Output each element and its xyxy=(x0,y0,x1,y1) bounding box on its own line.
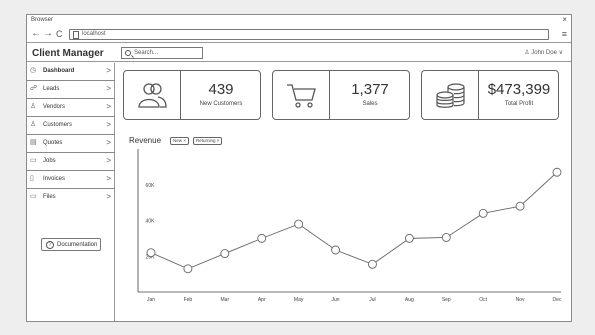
chevron-right-icon: > xyxy=(106,192,111,201)
search-icon xyxy=(125,50,131,56)
customers-icon: ♙ xyxy=(30,121,37,128)
address-bar[interactable]: localhost xyxy=(69,29,549,40)
x-tick-label: Mar xyxy=(221,297,230,303)
data-point xyxy=(515,201,525,211)
back-icon[interactable]: ← xyxy=(31,28,41,40)
total-profit-card: $473,399 Total Profit xyxy=(421,70,559,120)
sidebar-item-files[interactable]: ▭ Files > xyxy=(27,189,115,207)
total-profit-value: $473,399 xyxy=(487,81,551,98)
search-input[interactable]: Search... xyxy=(121,47,203,59)
reload-icon[interactable]: C xyxy=(56,28,63,40)
browser-window: Browser × ← → C localhost ≡ Client Manag… xyxy=(26,14,572,322)
chevron-right-icon: > xyxy=(106,102,111,111)
leads-icon: ☍ xyxy=(30,85,38,92)
data-point xyxy=(257,233,267,243)
x-tick-label: Oct xyxy=(479,297,487,303)
close-icon[interactable]: × xyxy=(562,15,567,24)
x-tick-label: May xyxy=(294,297,304,303)
sidebar-item-dashboard[interactable]: ◷ Dashboard > xyxy=(27,63,115,81)
documentation-button[interactable]: ? Documentation xyxy=(41,238,101,251)
chevron-right-icon: > xyxy=(106,84,111,93)
total-profit-label: Total Profit xyxy=(504,101,534,107)
data-point xyxy=(478,208,488,218)
sidebar-item-label: Dashboard xyxy=(43,68,75,74)
vendors-icon: ♙ xyxy=(30,103,37,110)
data-point xyxy=(146,248,156,258)
forward-icon[interactable]: → xyxy=(43,28,53,40)
title-bar: Browser × xyxy=(27,15,571,27)
sidebar-item-label: Quotes xyxy=(43,140,63,146)
x-tick-label: Apr xyxy=(258,297,266,303)
page-icon xyxy=(73,31,79,39)
data-point xyxy=(552,167,562,177)
data-point xyxy=(331,245,340,255)
returning-filter-tag[interactable]: Returning × xyxy=(193,137,223,145)
new-customers-card: 439 New Customers xyxy=(123,70,261,120)
data-point xyxy=(220,249,230,259)
sidebar-item-invoices[interactable]: ▯ Invoices > xyxy=(27,171,115,189)
new-customers-label: New Customers xyxy=(199,101,243,107)
chevron-right-icon: > xyxy=(106,66,111,75)
x-tick-label: Jan xyxy=(147,297,155,303)
sales-label: Sales xyxy=(362,101,378,107)
sidebar-item-customers[interactable]: ♙ Customers > xyxy=(27,117,115,135)
sidebar-item-label: Jobs xyxy=(43,158,56,164)
cart-icon xyxy=(287,84,316,108)
nav-bar: ← → C localhost ≡ xyxy=(27,27,571,43)
x-tick-label: Jun xyxy=(332,297,340,303)
revenue-line xyxy=(150,171,558,270)
help-icon: ? xyxy=(46,241,54,249)
sidebar: ◷ Dashboard > ☍ Leads > ♙ Vendors > ♙ Cu… xyxy=(27,63,115,321)
people-icon xyxy=(138,83,167,108)
files-icon: ▭ xyxy=(30,193,37,200)
x-tick-label: Aug xyxy=(405,297,414,303)
sales-card: 1,377 Sales xyxy=(272,70,410,120)
sidebar-item-label: Vendors xyxy=(43,104,66,110)
chevron-right-icon: > xyxy=(106,174,111,183)
invoices-icon: ▯ xyxy=(30,175,34,182)
sidebar-item-label: Leads xyxy=(43,86,60,92)
sidebar-item-jobs[interactable]: ▭ Jobs > xyxy=(27,153,115,171)
chevron-right-icon: > xyxy=(106,156,111,165)
app-title: Client Manager xyxy=(32,48,104,59)
sidebar-item-vendors[interactable]: ♙ Vendors > xyxy=(27,99,115,117)
dashboard-icon: ◷ xyxy=(30,67,37,74)
data-point xyxy=(441,233,451,242)
x-tick-label: Sep xyxy=(442,297,451,303)
sidebar-item-leads[interactable]: ☍ Leads > xyxy=(27,81,115,99)
coins-icon xyxy=(436,83,465,108)
quotes-icon: ▤ xyxy=(30,139,37,146)
window-title: Browser xyxy=(31,17,54,23)
new-customers-value: 439 xyxy=(208,81,234,98)
x-tick-label: Nov xyxy=(516,297,525,303)
y-tick-label: 60K xyxy=(146,183,156,189)
data-point xyxy=(294,219,304,229)
menu-icon[interactable]: ≡ xyxy=(562,29,567,39)
data-point xyxy=(368,259,377,269)
chevron-right-icon: > xyxy=(106,138,111,147)
url-text: localhost xyxy=(82,31,106,37)
sales-value: 1,377 xyxy=(351,81,389,98)
x-tick-label: Jul xyxy=(369,297,375,303)
new-filter-tag[interactable]: New × xyxy=(170,137,189,145)
sidebar-item-label: Customers xyxy=(43,122,73,128)
data-point xyxy=(183,264,193,274)
app-header: Client Manager Search... ♙ John Doe ∨ xyxy=(27,44,571,62)
user-name: John Doe ∨ xyxy=(531,50,563,56)
y-tick-label: 40K xyxy=(146,219,156,225)
revenue-chart: 20K40K60KJan Feb Mar Apr May Jun Jul Aug Sep Oct N… xyxy=(137,149,562,303)
x-tick-label: Dec xyxy=(553,297,562,303)
sidebar-item-quotes[interactable]: ▤ Quotes > xyxy=(27,135,115,153)
chevron-right-icon: > xyxy=(106,120,111,129)
x-tick-label: Feb xyxy=(184,297,193,303)
sidebar-item-label: Invoices xyxy=(43,176,66,182)
user-menu[interactable]: ♙ John Doe ∨ xyxy=(524,49,563,56)
revenue-title: Revenue xyxy=(129,136,162,145)
documentation-label: Documentation xyxy=(57,242,98,248)
search-placeholder: Search... xyxy=(134,50,159,56)
jobs-icon: ▭ xyxy=(30,157,37,164)
data-point xyxy=(404,233,414,243)
sidebar-item-label: Files xyxy=(43,194,56,200)
